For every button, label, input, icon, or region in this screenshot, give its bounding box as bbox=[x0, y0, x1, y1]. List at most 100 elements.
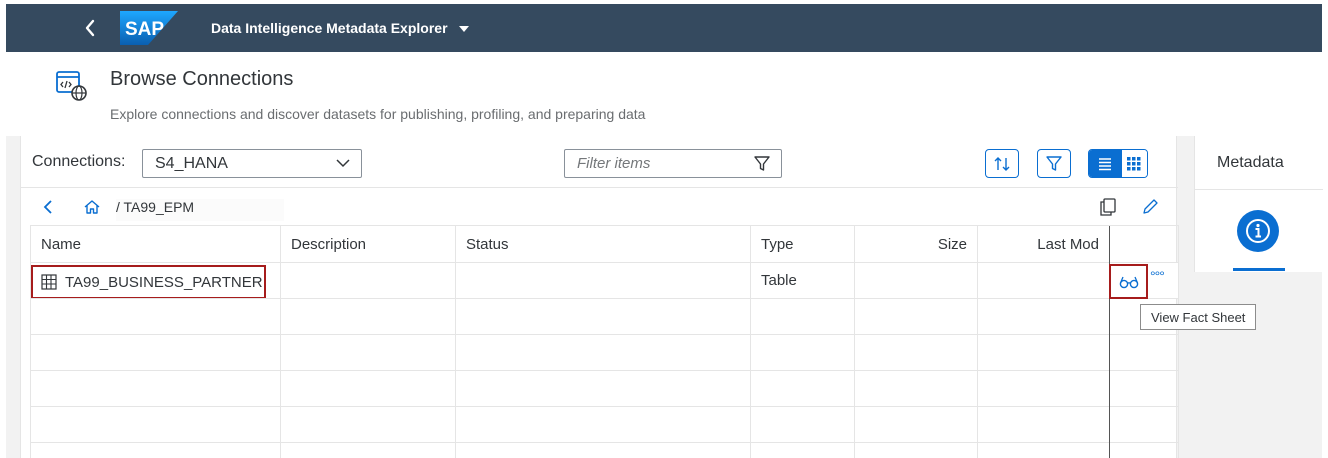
grid-view-button[interactable] bbox=[1121, 150, 1147, 177]
browse-panel: Connections: S4_HANA Filter items / TA99… bbox=[20, 136, 1179, 458]
table-row bbox=[30, 442, 1179, 458]
empty-cell bbox=[750, 334, 855, 371]
panel-divider bbox=[1195, 189, 1323, 190]
empty-cell bbox=[30, 406, 281, 443]
empty-cell bbox=[750, 406, 855, 443]
column-header-status[interactable]: Status bbox=[455, 225, 751, 263]
back-button[interactable] bbox=[78, 16, 102, 40]
empty-cell bbox=[30, 334, 281, 371]
row-description-cell bbox=[280, 262, 456, 299]
app-title-menu[interactable]: Data Intelligence Metadata Explorer bbox=[211, 20, 470, 36]
empty-cell bbox=[750, 442, 855, 458]
empty-cell bbox=[1109, 442, 1179, 458]
empty-cell bbox=[30, 442, 281, 458]
page-header: Browse Connections Explore connections a… bbox=[6, 52, 1322, 136]
dataset-name-highlight[interactable]: TA99_BUSINESS_PARTNER bbox=[31, 265, 266, 298]
svg-text:SAP: SAP bbox=[125, 19, 164, 40]
empty-cell bbox=[977, 406, 1110, 443]
shell-bar: SAP Data Intelligence Metadata Explorer bbox=[6, 4, 1322, 52]
home-icon[interactable] bbox=[83, 199, 101, 215]
filter-button[interactable] bbox=[1037, 149, 1071, 178]
empty-cell bbox=[280, 370, 456, 407]
navigate-back-icon[interactable] bbox=[43, 200, 53, 214]
table-header-row: Name Description Status Type Size Last M… bbox=[30, 225, 1179, 263]
empty-cell bbox=[977, 442, 1110, 458]
metadata-panel: Metadata bbox=[1194, 136, 1323, 272]
datasets-table: Name Description Status Type Size Last M… bbox=[30, 225, 1179, 458]
info-icon bbox=[1246, 219, 1270, 243]
empty-cell bbox=[750, 298, 855, 335]
column-header-type[interactable]: Type bbox=[750, 225, 855, 263]
empty-cell bbox=[280, 406, 456, 443]
list-view-button[interactable] bbox=[1089, 150, 1122, 177]
filter-input[interactable]: Filter items bbox=[564, 149, 782, 178]
caret-down-icon bbox=[458, 26, 469, 32]
filter-icon bbox=[1046, 155, 1062, 171]
connections-label: Connections: bbox=[32, 153, 126, 170]
empty-cell bbox=[750, 370, 855, 407]
sort-icon bbox=[994, 156, 1010, 171]
empty-cell bbox=[854, 298, 978, 335]
info-tab-button[interactable] bbox=[1237, 210, 1279, 252]
active-tab-indicator bbox=[1233, 268, 1285, 271]
row-status-cell bbox=[455, 262, 751, 299]
view-fact-sheet-tooltip: View Fact Sheet bbox=[1140, 304, 1257, 330]
row-last-modified-cell bbox=[977, 262, 1110, 299]
column-header-description[interactable]: Description bbox=[280, 225, 456, 263]
empty-cell bbox=[854, 334, 978, 371]
empty-cell bbox=[1109, 406, 1179, 443]
view-toggle bbox=[1088, 149, 1148, 178]
connection-select[interactable]: S4_HANA bbox=[142, 149, 362, 178]
app-window: SAP Data Intelligence Metadata Explorer … bbox=[0, 0, 1328, 458]
empty-cell bbox=[30, 298, 281, 335]
empty-cell bbox=[30, 370, 281, 407]
column-header-name[interactable]: Name bbox=[30, 225, 281, 263]
row-size-cell bbox=[854, 262, 978, 299]
sap-logo[interactable]: SAP bbox=[120, 11, 178, 45]
empty-cell bbox=[1109, 370, 1179, 407]
empty-cell bbox=[455, 406, 751, 443]
chevron-down-icon bbox=[336, 159, 350, 168]
column-header-last-modified[interactable]: Last Mod bbox=[977, 225, 1110, 263]
connection-value: S4_HANA bbox=[155, 155, 228, 172]
table-row bbox=[30, 370, 1179, 407]
empty-cell bbox=[455, 298, 751, 335]
app-title: Data Intelligence Metadata Explorer bbox=[211, 20, 448, 36]
row-type-cell: Table bbox=[750, 262, 855, 299]
empty-cell bbox=[455, 334, 751, 371]
empty-cell bbox=[455, 442, 751, 458]
sort-button[interactable] bbox=[985, 149, 1019, 178]
table-row bbox=[30, 334, 1179, 371]
grid-icon bbox=[1127, 156, 1141, 170]
breadcrumb-path[interactable]: / TA99_EPM bbox=[116, 199, 284, 221]
row-name-cell[interactable]: TA99_BUSINESS_PARTNER bbox=[30, 262, 281, 299]
empty-cell bbox=[280, 334, 456, 371]
metadata-panel-title: Metadata bbox=[1217, 154, 1284, 171]
list-icon bbox=[1099, 157, 1112, 170]
empty-cell bbox=[280, 442, 456, 458]
filter-placeholder: Filter items bbox=[577, 155, 651, 172]
page-title: Browse Connections bbox=[110, 68, 294, 90]
column-resize-guide[interactable] bbox=[1109, 226, 1110, 458]
filter-icon[interactable] bbox=[753, 155, 771, 173]
empty-cell bbox=[280, 298, 456, 335]
column-header-size[interactable]: Size bbox=[854, 225, 978, 263]
more-actions-button[interactable]: °°° bbox=[1150, 268, 1165, 284]
empty-cell bbox=[854, 406, 978, 443]
dataset-name: TA99_BUSINESS_PARTNER bbox=[65, 273, 263, 291]
table-row bbox=[30, 298, 1179, 335]
column-header-actions bbox=[1109, 225, 1179, 263]
page-subtitle: Explore connections and discover dataset… bbox=[110, 106, 646, 122]
breadcrumb: / TA99_EPM bbox=[21, 189, 1178, 225]
empty-cell bbox=[977, 370, 1110, 407]
edit-icon[interactable] bbox=[1141, 198, 1159, 216]
empty-cell bbox=[977, 334, 1110, 371]
empty-cell bbox=[1109, 334, 1179, 371]
empty-cell bbox=[455, 370, 751, 407]
view-fact-sheet-button[interactable] bbox=[1109, 264, 1148, 299]
empty-cell bbox=[854, 370, 978, 407]
copy-icon[interactable] bbox=[1099, 198, 1117, 216]
table-row[interactable]: TA99_BUSINESS_PARTNER Table bbox=[30, 262, 1179, 299]
toolbar: Connections: S4_HANA Filter items bbox=[21, 136, 1178, 188]
chevron-left-icon bbox=[85, 19, 95, 37]
